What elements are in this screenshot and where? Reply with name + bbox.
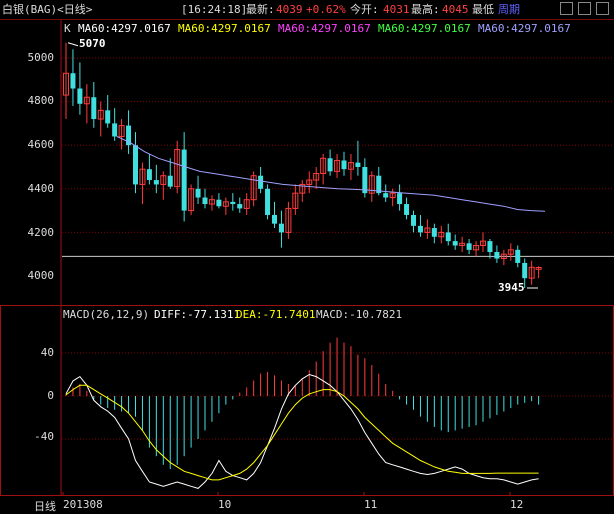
chart-area[interactable] (0, 20, 614, 496)
candle-body (362, 167, 368, 194)
ma-legend-item: MA60:4297.0167 (278, 22, 371, 35)
candle-body (494, 252, 500, 259)
candle-body (146, 169, 152, 181)
candle-body (70, 73, 76, 89)
k-label: K (64, 22, 71, 35)
candle-body (230, 201, 236, 205)
candle-body (265, 188, 271, 215)
price-tick-label: 4000 (27, 269, 55, 282)
candle-body (153, 180, 159, 185)
ma-legend-item: MA60:4297.0167 (78, 22, 171, 35)
candle-body (105, 110, 111, 124)
open-value: 4031 (383, 3, 410, 16)
macd-diff: DIFF:-77.1311 (154, 308, 241, 321)
candle-body (272, 214, 277, 224)
candle-body (77, 88, 83, 104)
time-label: [16:24:18] (181, 3, 248, 16)
candle-body (466, 243, 472, 250)
month-label-10: 10 (218, 498, 232, 511)
price-tick-label: 4800 (27, 94, 55, 107)
candle-body (515, 249, 521, 263)
latest-value: 4039 (276, 3, 303, 16)
macd-title: MACD(26,12,9) (63, 308, 150, 321)
candle-body (487, 241, 493, 253)
next-icon[interactable] (596, 2, 609, 15)
period-button[interactable]: 周期 (498, 0, 520, 19)
price-tick-label: 4400 (27, 182, 55, 195)
candle-body (133, 145, 138, 185)
open-label: 今开: (350, 3, 379, 16)
macd-tick-label: -40 (34, 430, 54, 443)
candle-body (278, 223, 284, 233)
month-label-11: 11 (364, 498, 378, 511)
candle-body (404, 204, 410, 215)
candle-body (445, 232, 451, 242)
candle-body (411, 214, 416, 226)
candle-body (522, 262, 528, 279)
macd-panel-frame (0, 305, 614, 496)
candle-body (397, 193, 403, 205)
candle-body (341, 160, 347, 170)
candle-body (181, 149, 187, 211)
candle-body (202, 197, 208, 205)
candle-body (383, 193, 389, 198)
candle-body (452, 241, 458, 246)
macd-dea: DEA:-71.7401 (236, 308, 316, 321)
trading-chart-window: 白银(BAG)<日线> [16:24:18] 最新: 4039 +0.62% 今… (0, 0, 614, 513)
candle-body (237, 204, 243, 209)
macd-dea-line (65, 384, 539, 481)
max-arrow (67, 42, 79, 47)
high-value: 4045 (442, 3, 469, 16)
candle-body (167, 175, 173, 187)
change-value: +0.62% (306, 3, 346, 16)
high-label: 最高: (411, 3, 440, 16)
candle-body (431, 228, 437, 237)
ma-legend-item: MA60:4297.0167 (178, 22, 271, 35)
candle-body (216, 199, 222, 207)
candle-body (112, 123, 118, 137)
ma-legend-item: MA60:4297.0167 (378, 22, 471, 35)
date-start: 201308 (63, 498, 103, 511)
candle-body (355, 162, 361, 167)
period-label: 日线 (34, 500, 56, 513)
price-tick-label: 4200 (27, 226, 55, 239)
min-price-annotation: 3945 (498, 281, 525, 294)
toggle-layout-icon[interactable] (560, 2, 573, 15)
low-label: 最低 (472, 3, 494, 16)
macd-tick-label: 40 (40, 346, 54, 359)
candle-body (258, 175, 264, 189)
candle-body (195, 188, 201, 198)
latest-label: 最新: (246, 3, 275, 16)
price-tick-label: 5000 (27, 51, 55, 64)
macd-tick-label: 0 (47, 389, 54, 402)
candle-body (327, 158, 333, 172)
instrument-title[interactable]: 白银(BAG)<日线> (2, 0, 92, 19)
month-label-12: 12 (510, 498, 524, 511)
max-price-annotation: 5070 (79, 37, 106, 50)
quote-header: 白银(BAG)<日线> [16:24:18] 最新: 4039 +0.62% 今… (0, 0, 614, 20)
candle-body (91, 97, 97, 120)
ma-legend-item: MA60:4297.0167 (478, 22, 571, 35)
candle-body (417, 225, 423, 233)
ma60-line (116, 136, 546, 212)
macd-value: MACD:-10.7821 (316, 308, 403, 321)
prev-icon[interactable] (578, 2, 591, 15)
price-tick-label: 4600 (27, 138, 55, 151)
